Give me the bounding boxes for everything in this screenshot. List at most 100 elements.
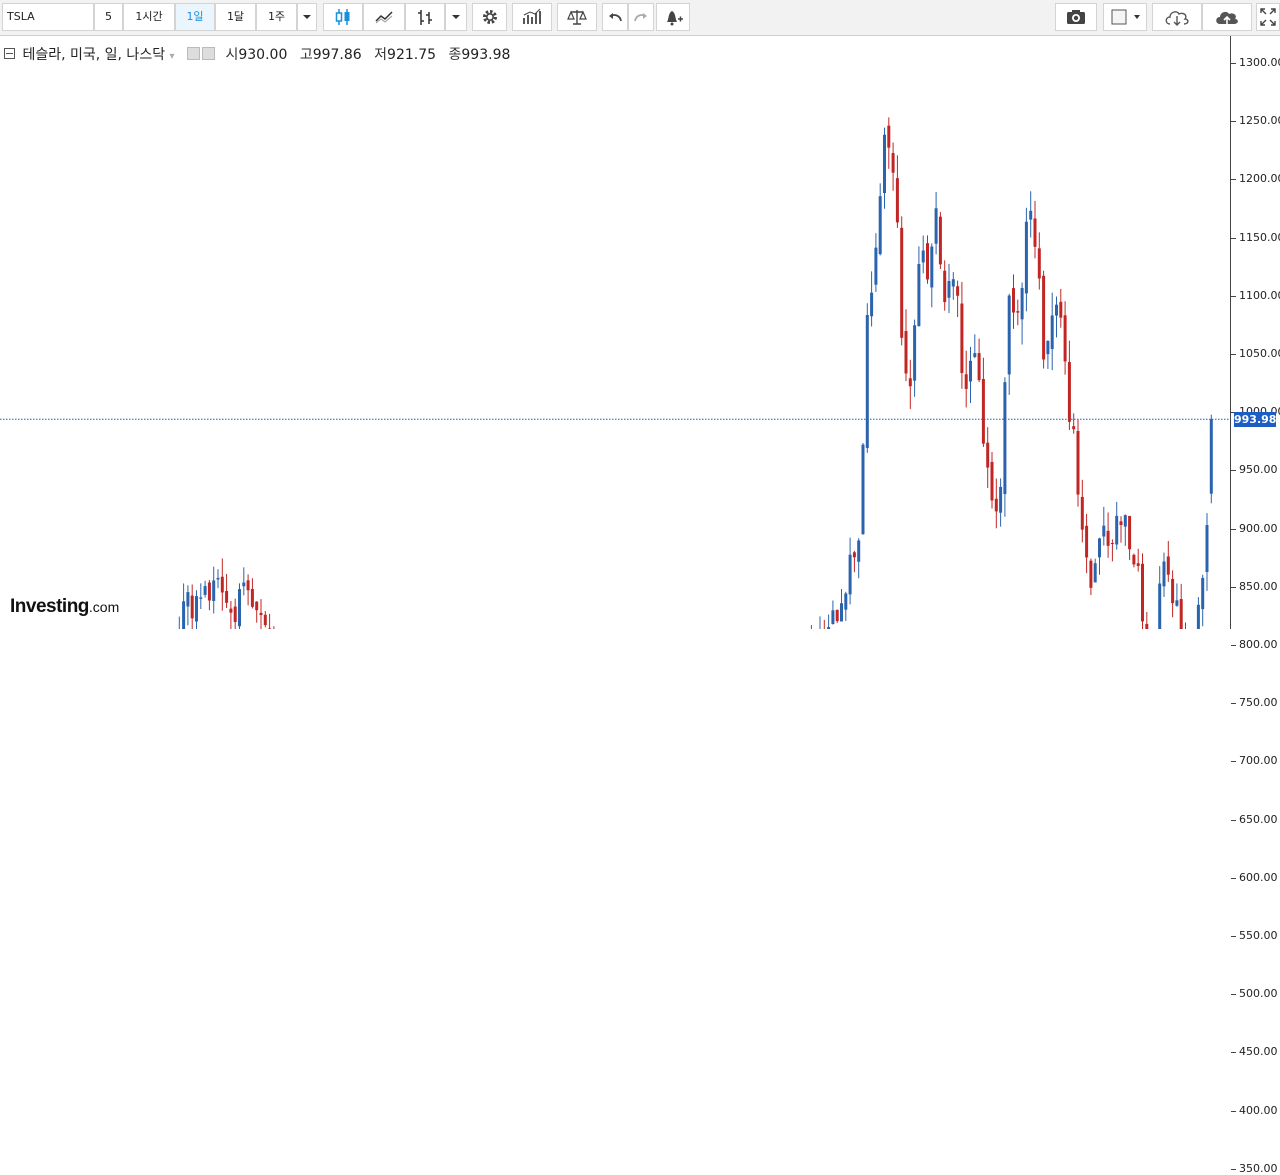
candle-body: [1089, 560, 1093, 588]
y-tick-mark: [1231, 63, 1236, 64]
candle-body: [1136, 563, 1140, 566]
candle-body: [233, 606, 237, 623]
y-tick-mark: [1231, 761, 1236, 763]
interval-1h[interactable]: 1시간: [123, 3, 175, 31]
line-chart-icon[interactable]: [363, 3, 405, 31]
price-axis: 1300.00 1250.00 1200.00 1150.00 1100.00 1050.…: [1230, 36, 1280, 1175]
candle-body: [1145, 623, 1149, 629]
candlestick-icon[interactable]: [323, 3, 363, 31]
y-tick-label: 1200.00: [1239, 172, 1280, 186]
y-tick-mark: [1231, 237, 1236, 239]
candle-body: [203, 586, 207, 595]
candle-body: [190, 595, 194, 619]
y-tick-mark: [1231, 295, 1236, 297]
add-alert-icon[interactable]: [656, 3, 690, 31]
candle-body: [1080, 496, 1084, 530]
y-tick-mark: [1231, 1110, 1236, 1112]
chart-type-dropdown-icon[interactable]: [445, 3, 467, 31]
interval-1d[interactable]: 1일: [175, 3, 215, 31]
candle-body: [981, 379, 985, 444]
candle-body: [1106, 530, 1110, 546]
candle-body: [878, 196, 882, 255]
layout-select-icon[interactable]: [1103, 3, 1147, 31]
candle-body: [1067, 362, 1071, 422]
candle-body: [865, 314, 869, 448]
candle-body: [964, 374, 968, 389]
candle-body: [182, 601, 186, 629]
cloud-download-icon[interactable]: [1152, 3, 1202, 31]
y-tick-label: 1050.00: [1239, 347, 1280, 360]
y-tick-mark: [1231, 179, 1236, 181]
candle-body: [1016, 311, 1020, 313]
compare-scale-icon[interactable]: [557, 3, 597, 31]
candle-body: [831, 610, 835, 624]
price-chart[interactable]: PPPPPP: [0, 36, 1230, 629]
candle-body: [1166, 556, 1170, 575]
interval-5[interactable]: 5: [94, 3, 123, 31]
y-tick-label: 350.00: [1239, 1161, 1278, 1175]
candle-body: [1209, 419, 1213, 494]
candle-body: [1179, 599, 1183, 629]
interval-1w[interactable]: 1주: [256, 3, 297, 31]
candle-body: [977, 353, 981, 381]
candle-body: [1102, 525, 1106, 537]
candle-body: [835, 609, 839, 622]
candle-body: [1128, 515, 1132, 550]
y-tick-label: 1300.00: [1239, 56, 1280, 69]
bar-chart-icon[interactable]: [405, 3, 445, 31]
indicators-icon[interactable]: [512, 3, 552, 31]
logo-brand: Investing: [10, 596, 89, 617]
y-tick-mark: [1231, 994, 1236, 996]
y-tick-label: 500.00: [1239, 987, 1278, 1001]
y-tick-label: 950.00: [1239, 463, 1278, 477]
candle-body: [1085, 525, 1089, 558]
y-tick-mark: [1231, 1052, 1236, 1054]
camera-icon[interactable]: [1055, 3, 1097, 31]
last-price-tag: 993.98: [1234, 411, 1277, 427]
redo-icon[interactable]: [628, 3, 654, 31]
candle-body: [1132, 554, 1136, 565]
candle-body: [263, 614, 267, 626]
y-tick-label: 450.00: [1239, 1045, 1278, 1059]
fullscreen-icon[interactable]: [1256, 3, 1280, 31]
candle-body: [938, 216, 942, 265]
candle-body: [1003, 382, 1007, 495]
candle-body: [891, 153, 895, 173]
cloud-upload-icon[interactable]: [1202, 3, 1252, 31]
y-tick-mark: [1231, 645, 1236, 646]
candle-body: [229, 608, 233, 613]
interval-dropdown-icon[interactable]: [297, 3, 317, 31]
interval-1m[interactable]: 1달: [215, 3, 256, 31]
candle-body: [840, 603, 843, 622]
candle-body: [1205, 525, 1209, 572]
candle-body: [1076, 430, 1080, 495]
y-tick-label: 850.00: [1239, 579, 1278, 593]
candle-body: [1119, 521, 1123, 526]
candle-body: [874, 247, 878, 285]
candle-body: [1110, 542, 1114, 544]
symbol-input[interactable]: TSLA: [2, 3, 94, 31]
candle-body: [973, 353, 977, 357]
candle-body: [870, 292, 874, 317]
candle-body: [1093, 563, 1097, 583]
candle-body: [246, 580, 250, 591]
candle-body: [1020, 287, 1024, 320]
candle-body: [259, 612, 263, 616]
candle-body: [960, 303, 964, 374]
candle-body: [255, 601, 259, 611]
gear-icon[interactable]: [472, 3, 507, 31]
undo-icon[interactable]: [602, 3, 628, 31]
candle-body: [887, 125, 891, 148]
candle-body: [1024, 221, 1028, 294]
y-tick-mark: [1231, 877, 1236, 879]
candle-body: [195, 596, 198, 622]
y-tick-label: 800.00: [1239, 638, 1278, 651]
y-tick-label: 700.00: [1239, 754, 1278, 768]
y-tick-mark: [1231, 354, 1236, 355]
candle-body: [943, 270, 947, 303]
y-tick-mark: [1231, 936, 1236, 937]
investing-logo: Investing.com: [10, 596, 119, 618]
candle-body: [1072, 426, 1076, 430]
candle-body: [216, 577, 220, 580]
candle-body: [913, 325, 917, 381]
